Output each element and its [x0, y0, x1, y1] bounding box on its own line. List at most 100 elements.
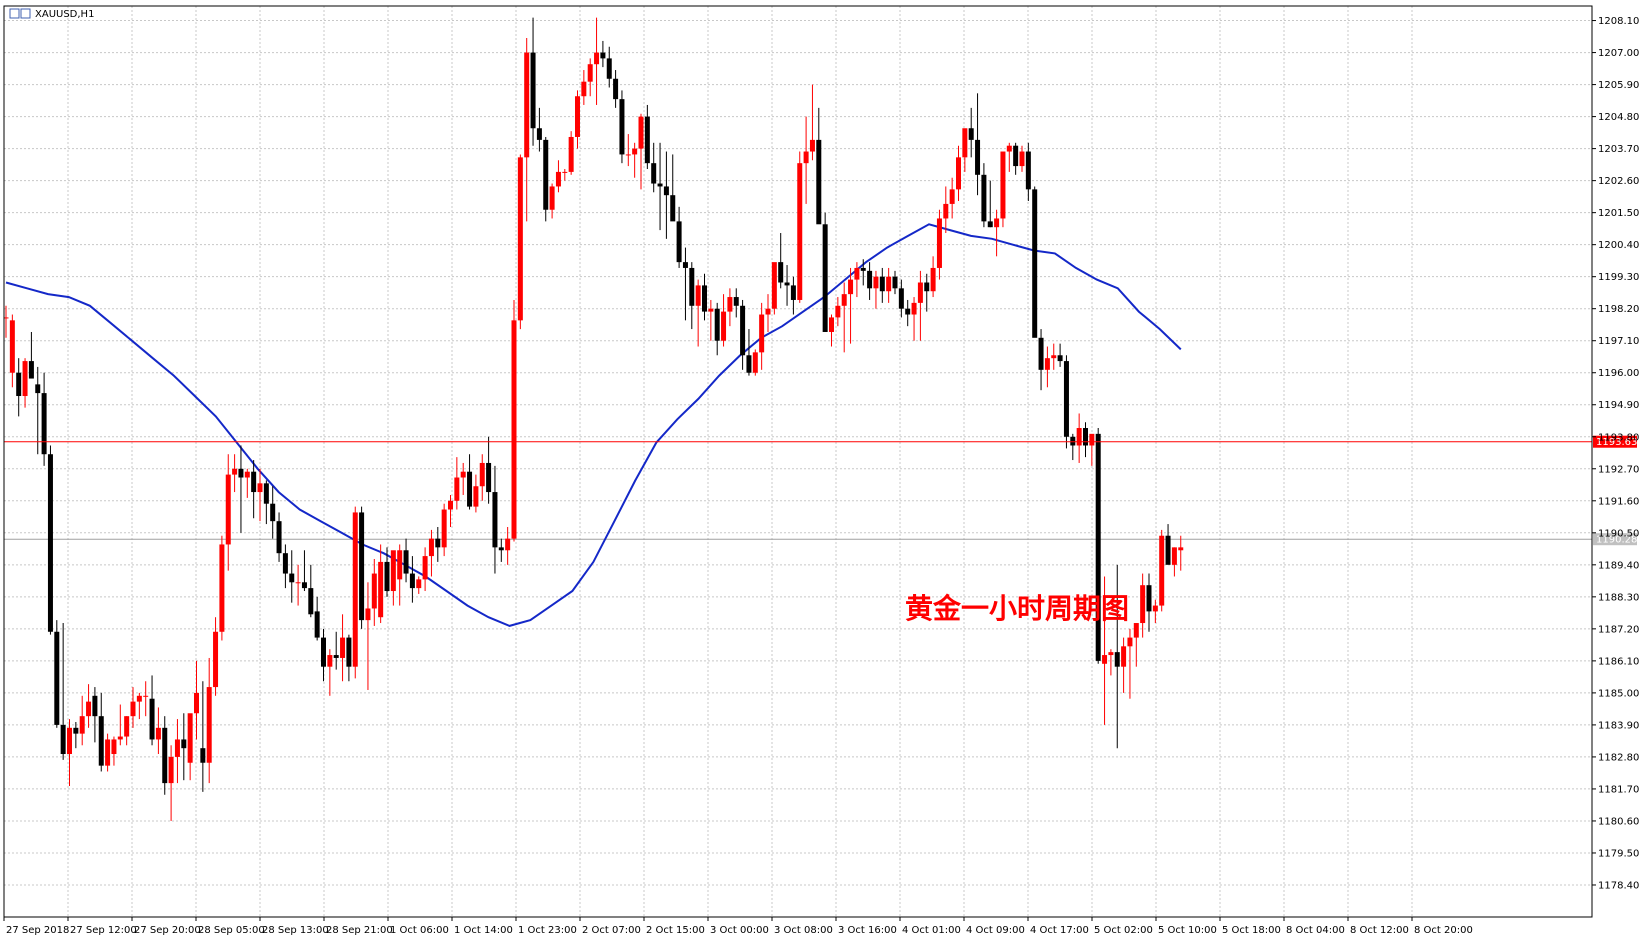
candle-body [524, 52, 530, 158]
candle-body [67, 727, 72, 755]
candle-body [606, 58, 612, 79]
candle-body [403, 550, 409, 574]
candle-body [1108, 652, 1114, 656]
candle-body [689, 267, 695, 306]
candle-body [479, 462, 485, 487]
candle-body [155, 727, 161, 740]
candle-body [740, 305, 746, 356]
candle-body [632, 148, 638, 155]
candle-body [536, 128, 542, 140]
candle-body [79, 716, 85, 734]
y-tick-label: 1192.70 [1598, 464, 1639, 475]
y-tick-label: 1182.80 [1598, 752, 1639, 763]
candle-body [708, 308, 714, 312]
candle-body [136, 695, 142, 702]
window-title-bar: XAUUSD,H1 [9, 8, 94, 20]
y-tick-label: 1203.70 [1598, 144, 1639, 155]
candle-body [505, 538, 511, 551]
candle-body [962, 128, 968, 158]
candle-body [390, 550, 396, 592]
candle-body [378, 561, 384, 618]
candle-body [314, 611, 320, 638]
candle-body [924, 282, 930, 292]
candle-body [981, 174, 987, 222]
x-tick-label: 1 Oct 14:00 [454, 925, 513, 936]
y-tick-label: 1186.10 [1598, 656, 1639, 667]
candle-body [1070, 436, 1076, 446]
candle-body [257, 483, 263, 493]
y-tick-label: 1200.40 [1598, 240, 1639, 251]
candle-body [657, 183, 663, 187]
candle-body [22, 361, 28, 397]
candle-body [1076, 428, 1082, 446]
candle-body [244, 471, 250, 478]
candle-body [581, 81, 587, 97]
candle-body [149, 698, 155, 740]
candle-body [492, 492, 498, 548]
candle-body [809, 139, 815, 152]
x-tick-label: 5 Oct 18:00 [1222, 925, 1281, 936]
candle-body [949, 189, 955, 204]
candle-body [321, 637, 326, 667]
candle-body [911, 302, 917, 315]
candle-body [1089, 433, 1095, 446]
chart-svg: 1190.28 1193.63 1208.101207.001205.90120… [0, 0, 1646, 943]
candle-body [289, 573, 295, 583]
x-tick-label: 3 Oct 08:00 [774, 925, 833, 936]
candle-body [892, 276, 898, 289]
y-tick-label: 1183.90 [1598, 720, 1639, 731]
candle-body [702, 285, 707, 312]
candle-body [651, 163, 657, 184]
candle-body [1083, 428, 1088, 446]
candle-body [829, 317, 834, 332]
candle-body [575, 96, 580, 137]
y-tick-label: 1181.70 [1598, 784, 1639, 795]
candle-body [721, 311, 727, 341]
candle-body [124, 716, 130, 737]
candle-body [530, 52, 536, 129]
candle-body [416, 579, 422, 589]
x-tick-label: 1 Oct 06:00 [390, 925, 449, 936]
candle-body [428, 538, 434, 557]
candle-body [956, 157, 961, 190]
candle-body [943, 203, 949, 219]
candle-body [1019, 151, 1025, 167]
candle-body [816, 139, 822, 225]
candle-body [638, 116, 644, 149]
candle-body [898, 288, 904, 309]
candle-body [111, 739, 117, 755]
x-tick-label: 28 Sep 21:00 [326, 925, 393, 936]
candle-body [454, 477, 460, 501]
candle-body [409, 573, 415, 589]
candle-body [92, 695, 98, 717]
y-tick-label: 1190.50 [1598, 528, 1639, 539]
candle-body [359, 512, 365, 621]
candle-body [1006, 145, 1012, 152]
candle-body [1102, 655, 1108, 664]
y-tick-label: 1185.00 [1598, 688, 1639, 699]
candle-body [663, 186, 669, 196]
chart-area[interactable]: 1190.28 1193.63 1208.10 1207.00 1205.90 120… [0, 0, 1646, 943]
chart-window-icon-inner [20, 8, 31, 19]
candle-body [936, 218, 942, 268]
candle-body [162, 727, 168, 784]
candle-body [670, 195, 676, 222]
candle-body [117, 736, 123, 740]
y-tick-label: 1188.30 [1598, 592, 1639, 603]
candle-body [219, 544, 225, 632]
candle-body [460, 471, 466, 478]
candle-body [35, 384, 41, 394]
candle-body [467, 471, 473, 507]
y-tick-label: 1194.90 [1598, 400, 1639, 411]
candle-body [562, 171, 568, 173]
candle-body [511, 320, 517, 539]
candle-body [1013, 145, 1019, 167]
candle-body [28, 361, 34, 379]
candle-body [448, 500, 453, 510]
y-tick-label: 1191.60 [1598, 496, 1639, 507]
candle-body [308, 588, 314, 615]
candle-body [232, 468, 238, 475]
candle-body [676, 221, 682, 263]
x-tick-label: 2 Oct 07:00 [582, 925, 641, 936]
candle-body [340, 637, 346, 658]
